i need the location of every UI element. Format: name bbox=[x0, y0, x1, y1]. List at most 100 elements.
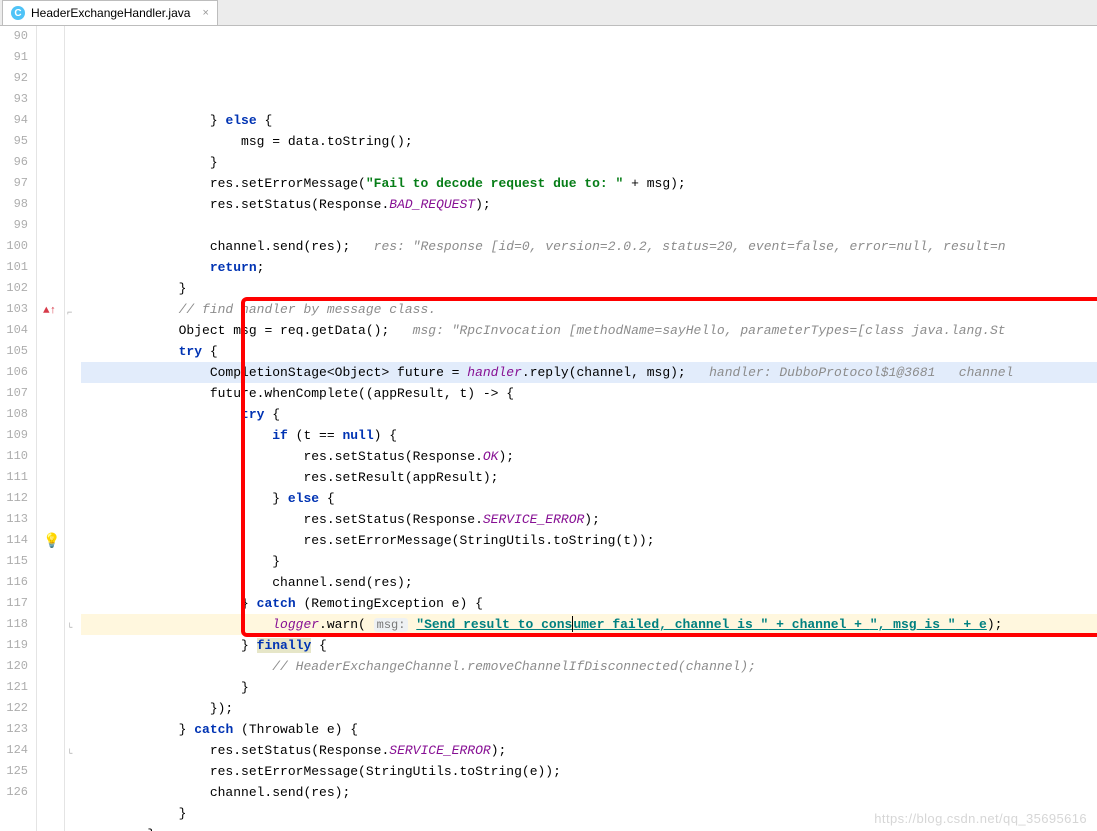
code-token: + e bbox=[956, 617, 987, 632]
line-number: 99 bbox=[0, 215, 28, 236]
code-line[interactable]: return; bbox=[81, 257, 1097, 278]
line-number-gutter: 9091929394959697989910010110210310410510… bbox=[0, 26, 37, 831]
code-token: try bbox=[179, 344, 202, 359]
line-number: 117 bbox=[0, 593, 28, 614]
line-number: 106 bbox=[0, 362, 28, 383]
code-line[interactable]: } bbox=[81, 677, 1097, 698]
line-number: 98 bbox=[0, 194, 28, 215]
code-line[interactable] bbox=[81, 215, 1097, 236]
code-line[interactable]: res.setStatus(Response.OK); bbox=[81, 446, 1097, 467]
code-token: msg: "RpcInvocation [methodName=sayHello… bbox=[413, 323, 1006, 338]
code-line[interactable]: res.setErrorMessage(StringUtils.toString… bbox=[81, 761, 1097, 782]
code-line[interactable]: // find handler by message class. bbox=[81, 299, 1097, 320]
code-token: } bbox=[147, 827, 155, 831]
fold-handle-icon[interactable]: └ bbox=[67, 618, 72, 639]
code-token: // find handler by message class. bbox=[179, 302, 436, 317]
code-line[interactable]: res.setErrorMessage(StringUtils.toString… bbox=[81, 530, 1097, 551]
code-line[interactable]: Object msg = req.getData(); msg: "RpcInv… bbox=[81, 320, 1097, 341]
code-line[interactable]: future.whenComplete((appResult, t) -> { bbox=[81, 383, 1097, 404]
line-number: 112 bbox=[0, 488, 28, 509]
code-token: res.setErrorMessage( bbox=[210, 176, 366, 191]
code-token: else bbox=[288, 491, 319, 506]
code-token: ); bbox=[584, 512, 600, 527]
code-line[interactable]: } else { bbox=[81, 110, 1097, 131]
code-line[interactable]: res.setStatus(Response.SERVICE_ERROR); bbox=[81, 509, 1097, 530]
code-line[interactable]: }); bbox=[81, 698, 1097, 719]
fold-handle-icon[interactable]: └ bbox=[67, 744, 72, 765]
line-number: 94 bbox=[0, 110, 28, 131]
code-token: ) { bbox=[374, 428, 397, 443]
code-line[interactable]: try { bbox=[81, 404, 1097, 425]
line-number: 113 bbox=[0, 509, 28, 530]
code-token: handler bbox=[467, 365, 522, 380]
code-line[interactable]: } bbox=[81, 824, 1097, 831]
code-token: future.whenComplete((appResult, t) -> { bbox=[210, 386, 514, 401]
fold-handle-icon[interactable]: ⌐ bbox=[67, 303, 72, 324]
line-number: 95 bbox=[0, 131, 28, 152]
code-line[interactable]: } bbox=[81, 278, 1097, 299]
code-line[interactable]: } bbox=[81, 803, 1097, 824]
line-number: 118 bbox=[0, 614, 28, 635]
code-line[interactable]: } else { bbox=[81, 488, 1097, 509]
code-token: { bbox=[311, 638, 327, 653]
code-token: (t)); bbox=[616, 533, 655, 548]
code-token: toString bbox=[459, 764, 521, 779]
code-token: { bbox=[257, 113, 273, 128]
code-area[interactable]: https://blog.csdn.net/qq_35695616 } else… bbox=[81, 26, 1097, 831]
code-line[interactable]: channel.send(res); bbox=[81, 572, 1097, 593]
code-token: catch bbox=[194, 722, 233, 737]
code-line[interactable]: res.setStatus(Response.BAD_REQUEST); bbox=[81, 194, 1097, 215]
code-token: "Send result to cons bbox=[416, 617, 572, 632]
code-token: res: "Response [id=0, version=2.0.2, sta… bbox=[374, 239, 1006, 254]
code-line[interactable]: } bbox=[81, 551, 1097, 572]
code-line[interactable]: } catch (RemotingException e) { bbox=[81, 593, 1097, 614]
code-token: try bbox=[241, 407, 264, 422]
close-icon[interactable]: × bbox=[202, 7, 208, 19]
code-token: + msg); bbox=[623, 176, 685, 191]
code-line[interactable]: try { bbox=[81, 341, 1097, 362]
line-number: 115 bbox=[0, 551, 28, 572]
line-number: 116 bbox=[0, 572, 28, 593]
code-line[interactable]: logger.warn( msg: "Send result to consum… bbox=[81, 614, 1097, 635]
line-number: 96 bbox=[0, 152, 28, 173]
fold-gutter: ⌐ └ └ bbox=[65, 26, 81, 831]
code-token: .warn( bbox=[319, 617, 374, 632]
code-token: } bbox=[210, 113, 226, 128]
code-line[interactable]: if (t == null) { bbox=[81, 425, 1097, 446]
code-line[interactable]: } bbox=[81, 152, 1097, 173]
code-token: // HeaderExchangeChannel.removeChannelIf… bbox=[272, 659, 756, 674]
code-token: ); bbox=[498, 449, 514, 464]
code-line[interactable]: } catch (Throwable e) { bbox=[81, 719, 1097, 740]
code-token: res.setResult(appResult); bbox=[303, 470, 498, 485]
code-line[interactable]: channel.send(res); bbox=[81, 782, 1097, 803]
code-line[interactable]: res.setStatus(Response.SERVICE_ERROR); bbox=[81, 740, 1097, 761]
code-line[interactable]: } finally { bbox=[81, 635, 1097, 656]
java-class-icon: C bbox=[11, 6, 25, 20]
code-line[interactable]: msg = data.toString(); bbox=[81, 131, 1097, 152]
intention-bulb-icon[interactable]: 💡 bbox=[43, 532, 60, 553]
code-line[interactable]: // HeaderExchangeChannel.removeChannelIf… bbox=[81, 656, 1097, 677]
line-number: 123 bbox=[0, 719, 28, 740]
code-token: finally bbox=[257, 638, 312, 653]
editor-tab[interactable]: C HeaderExchangeHandler.java × bbox=[2, 0, 218, 25]
code-line[interactable]: res.setResult(appResult); bbox=[81, 467, 1097, 488]
code-line[interactable]: channel.send(res); res: "Response [id=0,… bbox=[81, 236, 1097, 257]
code-token: channel.send(res); bbox=[272, 575, 412, 590]
code-token: } bbox=[179, 806, 187, 821]
line-number: 102 bbox=[0, 278, 28, 299]
line-number: 105 bbox=[0, 341, 28, 362]
line-number: 119 bbox=[0, 635, 28, 656]
line-number: 124 bbox=[0, 740, 28, 761]
code-token: res.setStatus(Response. bbox=[303, 512, 482, 527]
line-number: 93 bbox=[0, 89, 28, 110]
breakpoint-icon[interactable]: ▲↑ bbox=[43, 301, 56, 322]
code-token: logger bbox=[272, 617, 319, 632]
line-number: 90 bbox=[0, 26, 28, 47]
code-token: OK bbox=[483, 449, 499, 464]
line-number: 97 bbox=[0, 173, 28, 194]
tab-title: HeaderExchangeHandler.java bbox=[31, 6, 190, 20]
code-line[interactable]: res.setErrorMessage("Fail to decode requ… bbox=[81, 173, 1097, 194]
code-line[interactable]: CompletionStage<Object> future = handler… bbox=[81, 362, 1097, 383]
editor: 9091929394959697989910010110210310410510… bbox=[0, 26, 1097, 831]
code-token: } bbox=[179, 722, 195, 737]
